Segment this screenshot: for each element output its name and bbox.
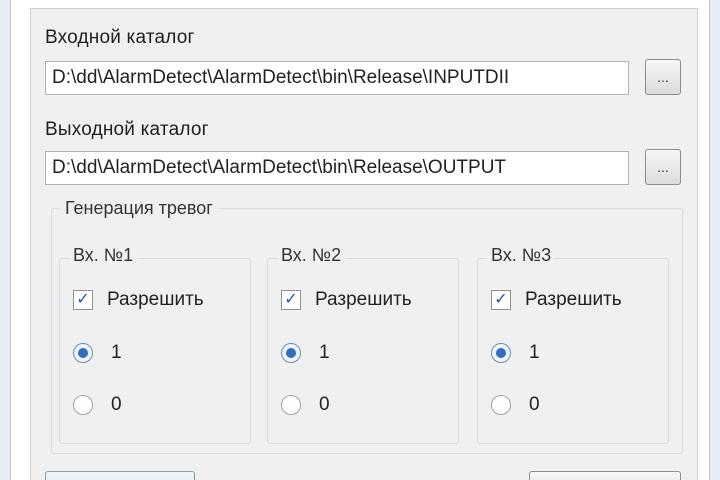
radio-selected-icon bbox=[491, 343, 511, 363]
radio-selected-icon bbox=[281, 343, 301, 363]
input-2-radio-zero-label: 0 bbox=[319, 394, 330, 415]
input-1-allow-label: Разрешить bbox=[107, 289, 204, 310]
input-dir-label: Входной каталог bbox=[45, 27, 195, 48]
output-dir-browse-button[interactable]: ... bbox=[645, 149, 681, 185]
input-1-radio-zero[interactable]: 0 bbox=[73, 394, 122, 416]
radio-empty-icon bbox=[491, 395, 511, 415]
settings-dialog: Входной каталог D:\dd\AlarmDetect\AlarmD… bbox=[30, 8, 698, 480]
radio-dot-icon bbox=[78, 348, 88, 358]
ok-button[interactable] bbox=[45, 471, 195, 480]
input-3-radio-zero[interactable]: 0 bbox=[491, 394, 540, 416]
window-edge-right bbox=[710, 0, 720, 480]
radio-empty-icon bbox=[281, 395, 301, 415]
output-dir-field[interactable]: D:\dd\AlarmDetect\AlarmDetect\bin\Releas… bbox=[45, 151, 629, 185]
check-icon: ✓ bbox=[281, 290, 301, 310]
radio-dot-icon bbox=[286, 348, 296, 358]
radio-selected-icon bbox=[73, 343, 93, 363]
check-icon: ✓ bbox=[73, 290, 93, 310]
input-1-radio-one-label: 1 bbox=[111, 342, 122, 363]
input-1-radio-one[interactable]: 1 bbox=[73, 342, 122, 364]
input-2-title: Вх. №2 bbox=[277, 245, 346, 266]
output-dir-label: Выходной каталог bbox=[45, 119, 209, 140]
check-icon: ✓ bbox=[491, 290, 511, 310]
window-edge-left bbox=[0, 0, 10, 480]
input-1-radio-zero-label: 0 bbox=[111, 394, 122, 415]
alarm-group-title: Генерация тревог bbox=[61, 198, 217, 219]
radio-dot-icon bbox=[496, 348, 506, 358]
input-2-allow-label: Разрешить bbox=[315, 289, 412, 310]
radio-empty-icon bbox=[73, 395, 93, 415]
input-2-radio-one[interactable]: 1 bbox=[281, 342, 330, 364]
input-3-radio-one[interactable]: 1 bbox=[491, 342, 540, 364]
input-1-allow-checkbox[interactable]: ✓ Разрешить bbox=[73, 289, 204, 311]
cancel-button[interactable] bbox=[529, 471, 681, 480]
input-3-title: Вх. №3 bbox=[487, 245, 556, 266]
input-3-radio-zero-label: 0 bbox=[529, 394, 540, 415]
input-2-radio-one-label: 1 bbox=[319, 342, 330, 363]
input-dir-browse-button[interactable]: ... bbox=[645, 59, 681, 95]
input-1-title: Вх. №1 bbox=[69, 245, 138, 266]
input-2-allow-checkbox[interactable]: ✓ Разрешить bbox=[281, 289, 412, 311]
input-2-radio-zero[interactable]: 0 bbox=[281, 394, 330, 416]
input-3-allow-checkbox[interactable]: ✓ Разрешить bbox=[491, 289, 622, 311]
input-dir-field[interactable]: D:\dd\AlarmDetect\AlarmDetect\bin\Releas… bbox=[45, 61, 629, 95]
input-3-allow-label: Разрешить bbox=[525, 289, 622, 310]
input-3-radio-one-label: 1 bbox=[529, 342, 540, 363]
